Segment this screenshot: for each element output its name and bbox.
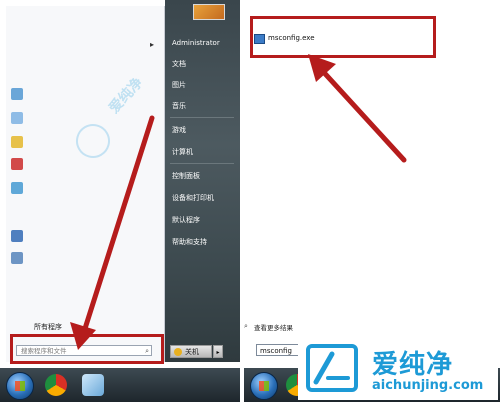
start-menu-left-screenshot: ▸ Administrator 文档 图片 音乐 游戏 计算机 控制面板 设备和… <box>0 0 240 402</box>
see-more-results-link[interactable]: 查看更多结果 <box>254 322 293 332</box>
brand-logo-icon <box>306 344 358 392</box>
search-input-value: msconfig <box>260 347 292 355</box>
brand-logo-mark <box>313 351 350 385</box>
start-button[interactable] <box>250 372 278 400</box>
annotation-arrow-left <box>70 115 155 350</box>
brand-name: 爱纯净 <box>372 350 454 380</box>
brand-url: aichunjing.com <box>372 378 484 393</box>
brand-watermark: 爱纯净 aichunjing.com <box>298 338 498 400</box>
windows-logo-icon <box>259 381 269 391</box>
search-icon: ⌕ <box>244 322 248 330</box>
